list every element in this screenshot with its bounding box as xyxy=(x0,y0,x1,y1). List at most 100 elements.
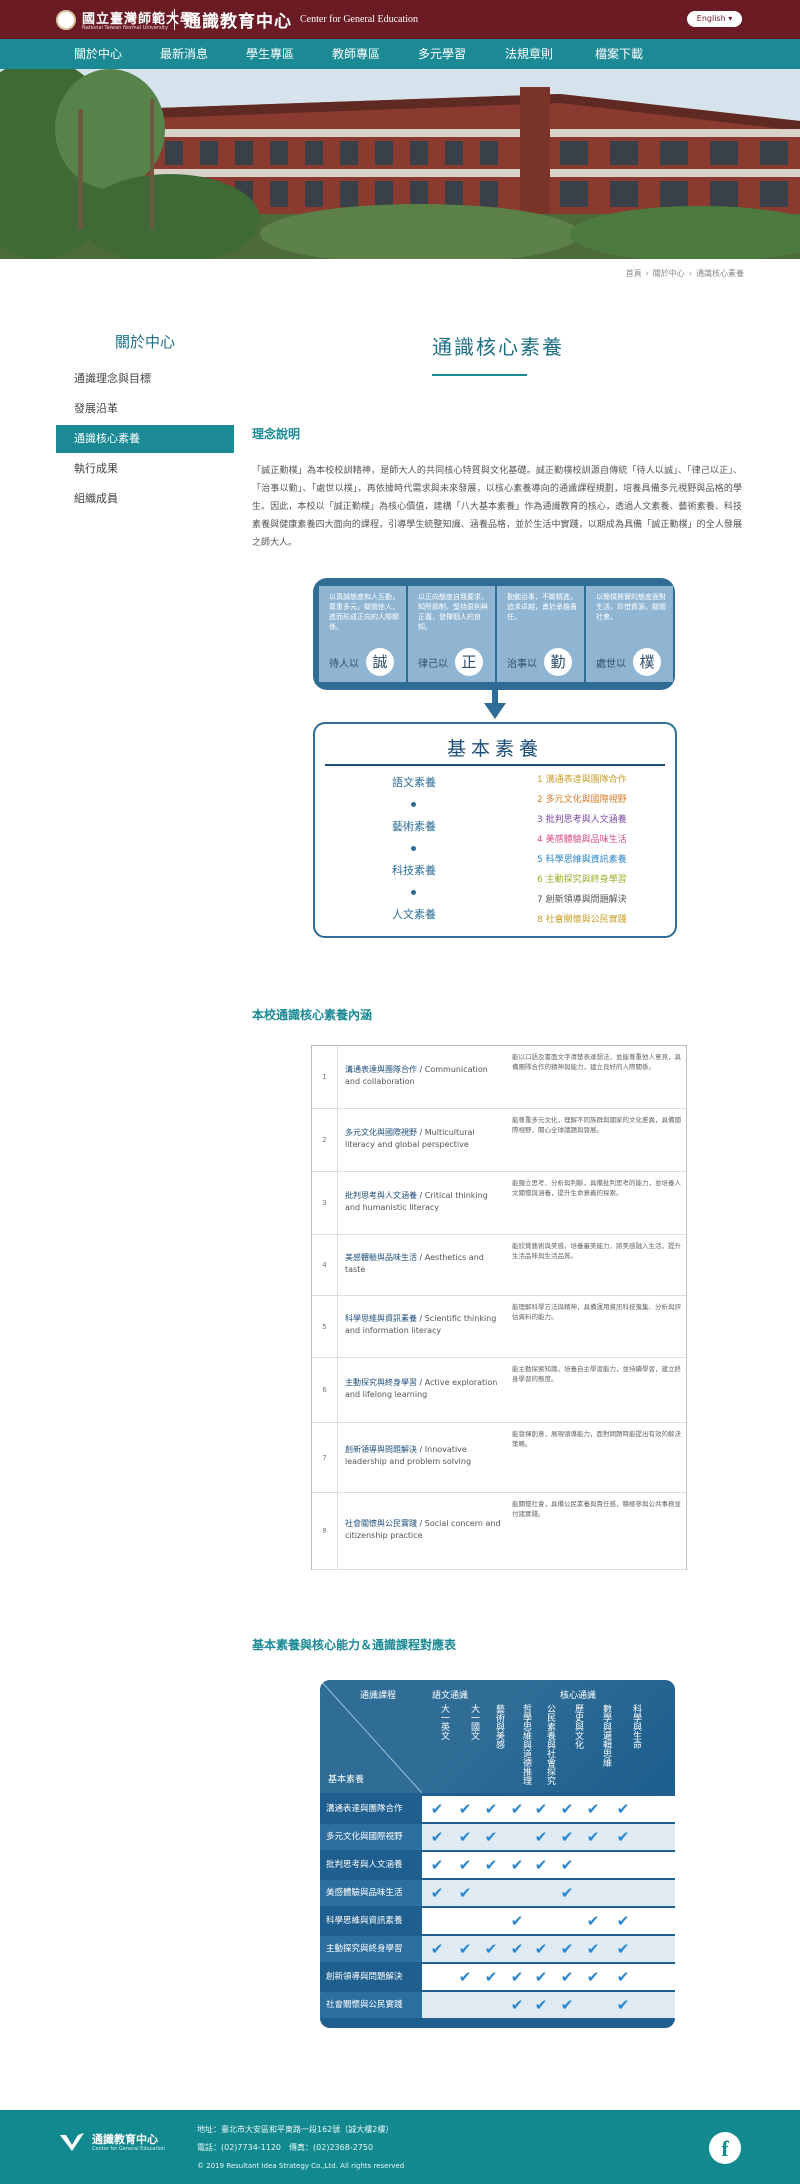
matrix-cells: ✔ ✔ ✔ xyxy=(422,1908,675,1934)
virtue-desc: 以正向態度自我要求，知所節制，堅持原則與正義，發揮個人的良知。 xyxy=(418,593,488,631)
literacy-name: 多元文化與國際視野 / Multicultural literacy and g… xyxy=(345,1127,505,1151)
check-icon: ✔ xyxy=(510,1968,524,1986)
nav-item-teachers[interactable]: 教師專區 xyxy=(332,39,380,69)
matrix-column-header: 歷史與文化 xyxy=(573,1704,583,1749)
nav-item-regulations[interactable]: 法規章則 xyxy=(505,39,553,69)
check-icon: ✔ xyxy=(534,1828,548,1846)
check-icon: ✔ xyxy=(616,1912,630,1930)
table-row: 4 美感體驗與品味生活 / Aesthetics and taste 能欣賞藝術與美… xyxy=(312,1235,686,1296)
center-name[interactable]: 通識教育中心 xyxy=(184,7,292,32)
matrix-group-core: 核心通識 xyxy=(560,1691,597,1701)
dot-icon xyxy=(411,890,416,895)
literacy-course-matrix: 通識課程 基本素養 語文通識 核心通識 大一英文 大一國文 藝術與美感 哲學思維與道德… xyxy=(320,1680,675,2028)
sidebar-item-members[interactable]: 組織成員 xyxy=(56,485,234,513)
check-icon: ✔ xyxy=(430,1828,444,1846)
language-select-button[interactable]: English ▾ xyxy=(687,11,742,27)
table-row: 2 多元文化與國際視野 / Multicultural literacy and … xyxy=(312,1109,686,1172)
facebook-icon[interactable]: f xyxy=(709,2132,741,2164)
check-icon: ✔ xyxy=(458,1968,472,1986)
matrix-cells: ✔ ✔ ✔ ✔ ✔ ✔ xyxy=(422,1852,675,1878)
row-number: 8 xyxy=(312,1493,338,1569)
literacy-name: 溝通表達與團隊合作 / Communication and collaborat… xyxy=(345,1064,505,1088)
literacy-description: 能關懷社會，具備公民素養與責任感，積極參與公共事務並付諸實踐。 xyxy=(512,1500,681,1518)
check-icon: ✔ xyxy=(586,1828,600,1846)
center-logo-icon[interactable] xyxy=(58,2131,88,2155)
main-nav: 關於中心 最新消息 學生專區 教師專區 多元學習 法規章則 檔案下載 xyxy=(0,39,800,69)
nav-item-learning[interactable]: 多元學習 xyxy=(418,39,466,69)
sidebar-title: 關於中心 xyxy=(114,333,175,351)
matrix-row-label: 主動探究與終身學習 xyxy=(326,1944,403,1954)
matrix-row: 美感體驗與品味生活 ✔ ✔ ✔ xyxy=(320,1880,675,1906)
university-name-en: National Taiwan Normal University xyxy=(82,25,168,31)
literacy-item: 4 美感體驗與品味生活 xyxy=(537,835,627,845)
virtue-desc: 勤勉治事，不斷精進，追求卓越，勇於承擔責任。 xyxy=(507,593,577,621)
check-icon: ✔ xyxy=(458,1828,472,1846)
check-icon: ✔ xyxy=(616,1968,630,1986)
nav-item-downloads[interactable]: 檔案下載 xyxy=(595,39,643,69)
sidebar-item-history[interactable]: 發展沿革 xyxy=(56,395,234,423)
nav-item-students[interactable]: 學生專區 xyxy=(246,39,294,69)
literacy-description: 能尊重多元文化，理解不同族群與國家的文化差異，具備國際視野，關心全球議題與發展。 xyxy=(512,1116,681,1134)
check-icon: ✔ xyxy=(560,1884,574,1902)
matrix-column-header: 哲學思維與道德推理 xyxy=(521,1704,531,1785)
virtue-lead: 律己以 xyxy=(418,659,448,670)
check-icon: ✔ xyxy=(458,1856,472,1874)
matrix-cells: ✔ ✔ ✔ ✔ xyxy=(422,1992,675,2018)
dot-icon xyxy=(411,846,416,851)
matrix-row-label: 溝通表達與團隊合作 xyxy=(326,1804,403,1814)
page: 國立臺灣師範大學 National Taiwan Normal Universi… xyxy=(0,0,800,2184)
table-row: 6 主動探究與終身學習 / Active exploration and life… xyxy=(312,1358,686,1423)
virtue-char: 誠 xyxy=(366,648,394,676)
row-number: 5 xyxy=(312,1296,338,1357)
matrix-row-label: 多元文化與國際視野 xyxy=(326,1832,403,1842)
university-emblem-icon[interactable] xyxy=(56,10,76,30)
breadcrumb-home[interactable]: 首頁 xyxy=(626,269,642,278)
matrix-row: 主動探究與終身學習 ✔ ✔ ✔ ✔ ✔ ✔ ✔ ✔ xyxy=(320,1936,675,1962)
domain-technology: 科技素養 xyxy=(392,864,436,877)
matrix-row-label: 科學思維與資訊素養 xyxy=(326,1916,403,1926)
matrix-row-label: 創新領導與問題解決 xyxy=(326,1972,403,1982)
literacy-name: 批判思考與人文涵養 / Critical thinking and humani… xyxy=(345,1190,505,1214)
check-icon: ✔ xyxy=(616,1800,630,1818)
literacy-name: 美感體驗與品味生活 / Aesthetics and taste xyxy=(345,1252,505,1276)
sidebar-item-core-literacy[interactable]: 通識核心素養 xyxy=(56,425,234,453)
section-title-core-content: 本校通識核心素養內涵 xyxy=(252,1008,373,1022)
literacy-item: 8 社會關懷與公民實踐 xyxy=(537,915,627,925)
sidebar-item-results[interactable]: 執行成果 xyxy=(56,455,234,483)
row-number: 7 xyxy=(312,1423,338,1492)
row-number: 2 xyxy=(312,1109,338,1171)
literacy-description: 能主動探索知識，培養自主學習能力，並持續學習，建立終身學習的態度。 xyxy=(512,1365,681,1383)
check-icon: ✔ xyxy=(534,1800,548,1818)
nav-item-news[interactable]: 最新消息 xyxy=(160,39,208,69)
virtue-simplicity: 以簡樸務實的態度面對生活，珍惜資源，關懷社會。 處世以 樸 xyxy=(586,586,673,682)
check-icon: ✔ xyxy=(484,1940,498,1958)
table-row: 3 批判思考與人文涵養 / Critical thinking and human… xyxy=(312,1172,686,1235)
check-icon: ✔ xyxy=(430,1800,444,1818)
literacy-name-zh: 創新領導與問題解決 / xyxy=(345,1445,425,1454)
literacy-item: 1 溝通表達與團隊合作 xyxy=(537,775,627,785)
literacy-item: 2 多元文化與國際視野 xyxy=(537,795,627,805)
sidebar-item-philosophy[interactable]: 通識理念與目標 xyxy=(56,365,234,393)
breadcrumb-about[interactable]: 關於中心 xyxy=(653,269,685,278)
intro-paragraph: 「誠正勤樸」為本校校訓精神，是師大人的共同核心特質與文化基礎。誠正勤樸校訓源自傳… xyxy=(252,466,742,548)
virtue-desc: 以簡樸務實的態度面對生活，珍惜資源，關懷社會。 xyxy=(596,593,666,621)
arrow-head-icon xyxy=(484,703,506,719)
literacy-item: 7 創新領導與問題解決 xyxy=(537,895,627,905)
row-number: 3 xyxy=(312,1172,338,1234)
campus-banner-image xyxy=(0,69,800,259)
arrow-down-icon xyxy=(492,690,498,704)
table-row: 7 創新領導與問題解決 / Innovative leadership and p… xyxy=(312,1423,686,1493)
row-number: 6 xyxy=(312,1358,338,1422)
footer-phone: 電話：(02)7734-1120 傳真：(02)2368-2750 xyxy=(197,2143,374,2152)
check-icon: ✔ xyxy=(560,1996,574,2014)
literacy-item: 3 批判思考與人文涵養 xyxy=(537,815,627,825)
logo-divider xyxy=(174,9,175,30)
check-icon: ✔ xyxy=(560,1940,574,1958)
nav-item-about[interactable]: 關於中心 xyxy=(74,39,122,69)
check-icon: ✔ xyxy=(560,1800,574,1818)
literacy-name: 社會關懷與公民實踐 / Social concern and citizensh… xyxy=(345,1518,505,1542)
check-icon: ✔ xyxy=(616,1828,630,1846)
title-underline xyxy=(432,374,527,376)
literacy-description: 能理解科學方法與精神，具備運用資訊科技蒐集、分析與評估資料的能力。 xyxy=(512,1303,681,1321)
check-icon: ✔ xyxy=(510,1856,524,1874)
